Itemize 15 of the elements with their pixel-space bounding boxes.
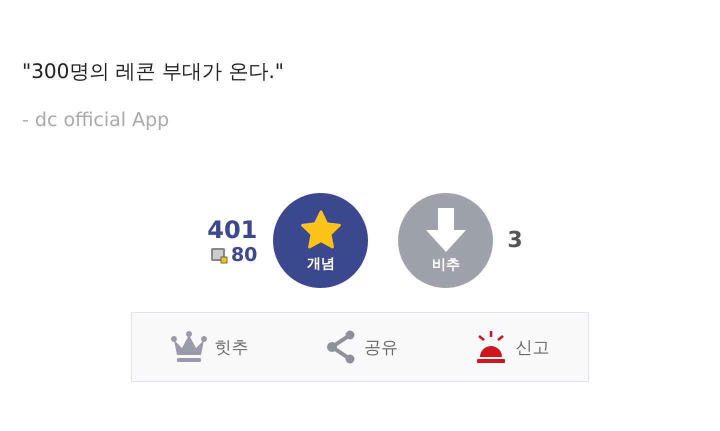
action-button[interactable]: 힛추	[166, 327, 253, 367]
downvote-count: 3	[507, 228, 523, 253]
siren-icon	[475, 330, 508, 364]
down-arrow-icon	[426, 208, 466, 252]
quote-text: "300명의 레콘 부대가 온다."	[22, 58, 286, 85]
mobile-icon	[210, 246, 228, 264]
share-icon	[326, 330, 356, 364]
action-button[interactable]: 공유	[322, 326, 402, 368]
star-icon	[298, 208, 343, 250]
fixed-upvote-count: 80	[230, 244, 258, 266]
action-button[interactable]: 신고	[471, 326, 554, 368]
crown-icon	[170, 331, 207, 363]
upvote-button[interactable]: 개념	[273, 193, 368, 288]
signature-text: - dc official App	[22, 109, 170, 131]
upvote-count: 401	[207, 216, 258, 244]
